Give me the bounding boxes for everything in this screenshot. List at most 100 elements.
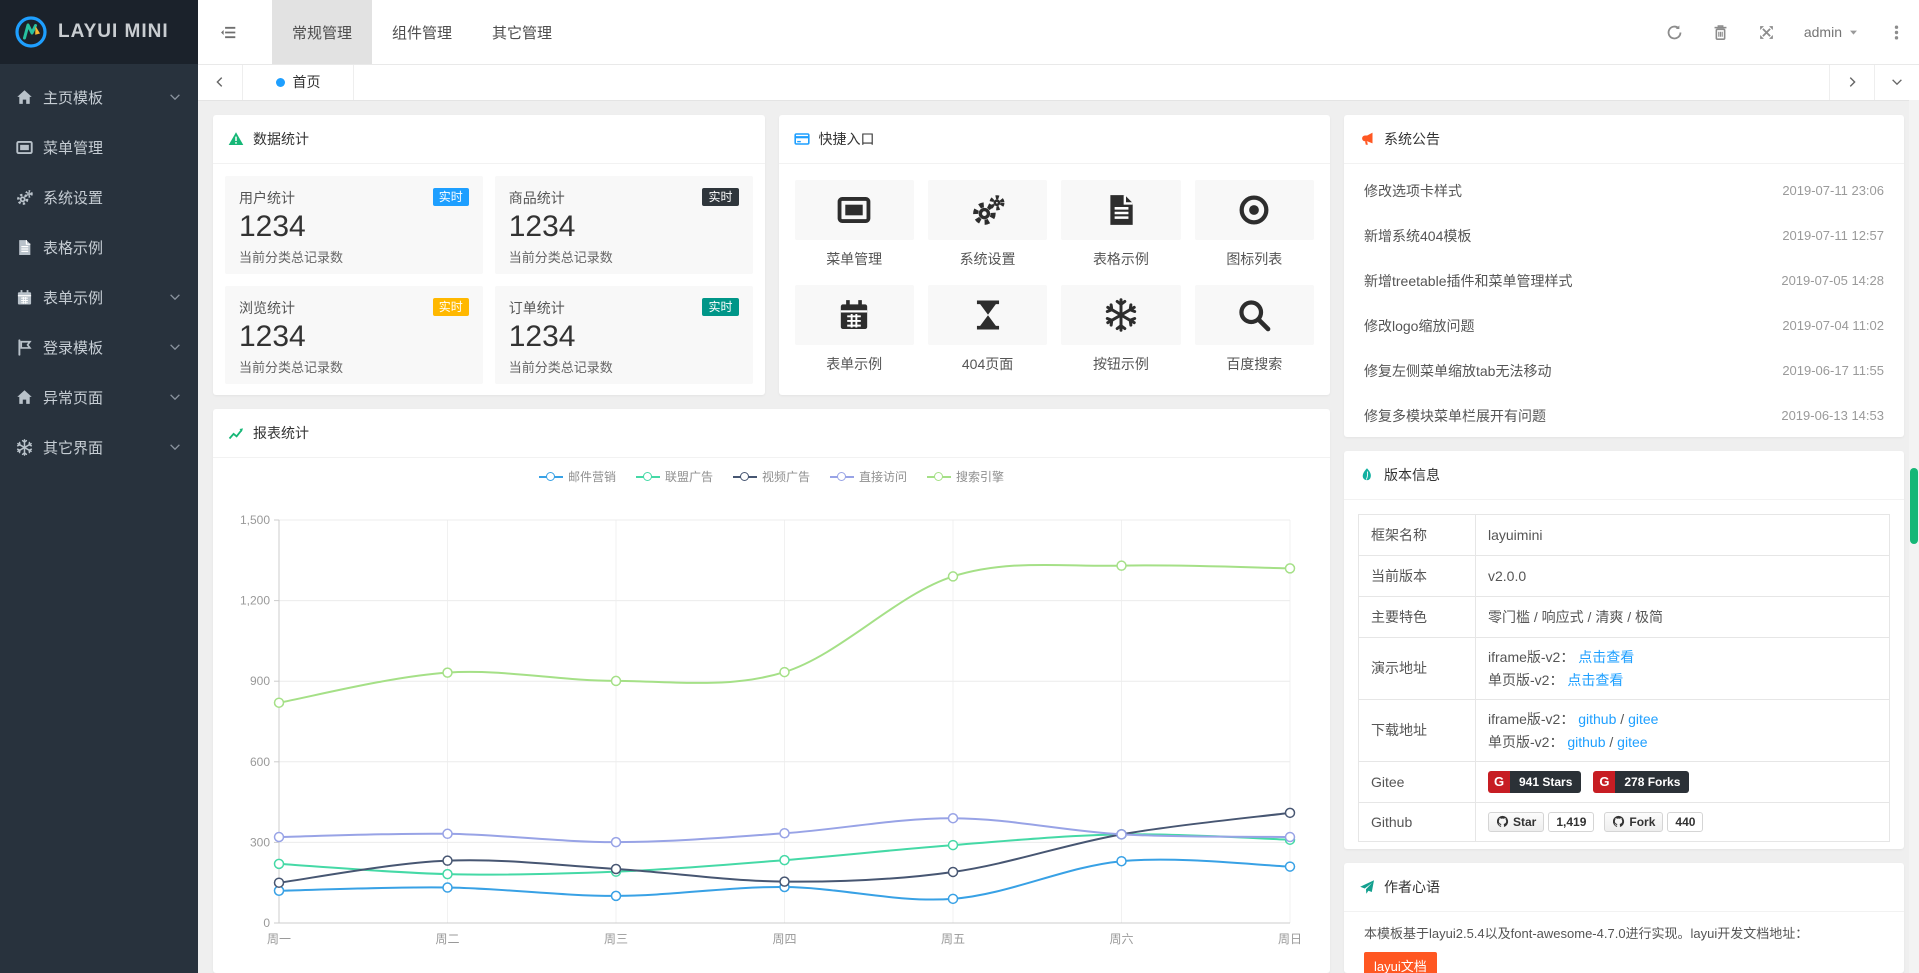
app-window: LAYUI MINI 主页模板菜单管理系统设置表格示例表单示例登录模板异常页面其… (0, 0, 1919, 973)
announcement-row[interactable]: 修复多模块菜单栏展开有问题2019-06-13 14:53 (1364, 393, 1884, 437)
version-value: v2.0.0 (1488, 568, 1877, 584)
panel-version-info: 版本信息 框架名称layuimini当前版本v2.0.0主要特色零门槛 / 响应… (1344, 451, 1904, 849)
quick-entry-item[interactable]: 百度搜索 (1195, 285, 1314, 374)
announcement-row[interactable]: 新增系统404模板2019-07-11 12:57 (1364, 213, 1884, 258)
panel-data-stats: 数据统计 用户统计实时1234当前分类总记录数商品统计实时1234当前分类总记录… (213, 115, 765, 395)
header-nav-tab[interactable]: 组件管理 (372, 0, 472, 64)
version-table-row: 主要特色零门槛 / 响应式 / 清爽 / 极简 (1359, 597, 1889, 638)
tabs-scroll-left-button[interactable] (198, 64, 243, 100)
chevron-down-icon (168, 340, 182, 354)
quick-entry-label: 百度搜索 (1195, 354, 1314, 374)
version-label: 框架名称 (1359, 515, 1476, 555)
link-github[interactable]: github (1567, 734, 1605, 750)
legend-item[interactable]: 搜索引擎 (927, 468, 1004, 485)
github-star-button[interactable]: Star1,419 (1488, 812, 1594, 832)
panel-report-header: 报表统计 (213, 409, 1330, 458)
sidebar-item[interactable]: 表格示例 (0, 222, 198, 272)
svg-text:1,500: 1,500 (240, 513, 270, 527)
github-count: 440 (1667, 812, 1703, 832)
announcement-text: 修改logo缩放问题 (1364, 316, 1474, 336)
legend-marker (539, 476, 563, 478)
username: admin (1804, 24, 1842, 40)
link-点击查看[interactable]: 点击查看 (1567, 672, 1623, 688)
user-menu[interactable]: admin (1790, 0, 1873, 64)
quick-entry-item[interactable]: 按钮示例 (1061, 285, 1180, 374)
quick-entry-item[interactable]: 404页面 (928, 285, 1047, 374)
version-label: Github (1359, 803, 1476, 841)
quick-entry-label: 表格示例 (1061, 249, 1180, 269)
legend-marker (733, 476, 757, 478)
fullscreen-button[interactable] (1744, 0, 1790, 64)
sidebar-item[interactable]: 表单示例 (0, 272, 198, 322)
tab-home[interactable]: 首页 (243, 64, 354, 100)
legend-item[interactable]: 直接访问 (830, 468, 907, 485)
panel-announcements: 系统公告 修改选项卡样式2019-07-11 23:06新增系统404模板201… (1344, 115, 1904, 437)
announcement-row[interactable]: 新增treetable插件和菜单管理样式2019-07-05 14:28 (1364, 258, 1884, 303)
page-scrollbar[interactable] (1909, 100, 1919, 973)
refresh-button[interactable] (1652, 0, 1698, 64)
link-gitee[interactable]: gitee (1628, 711, 1658, 727)
megaphone-icon (1359, 131, 1375, 147)
active-tab-dot (276, 78, 285, 87)
version-table-row: Github Star1,419 Fork440 (1359, 803, 1889, 841)
author-body: 本模板基于layui2.5.4以及font-awesome-4.7.0进行实现。… (1344, 912, 1904, 973)
announcement-row[interactable]: 修改logo缩放问题2019-07-04 11:02 (1364, 303, 1884, 348)
sidebar-item[interactable]: 系统设置 (0, 172, 198, 222)
tab-home-label: 首页 (293, 72, 321, 92)
quick-entry-item[interactable]: 表格示例 (1061, 180, 1180, 269)
announcement-row[interactable]: 修改选项卡样式2019-07-11 23:06 (1364, 168, 1884, 213)
link-github[interactable]: github (1578, 711, 1616, 727)
sidebar-item[interactable]: 其它界面 (0, 422, 198, 472)
stat-title: 浏览统计 (239, 298, 295, 318)
header-nav-tab[interactable]: 常规管理 (272, 0, 372, 64)
legend-label: 搜索引擎 (956, 468, 1004, 485)
chevron-down-icon (168, 290, 182, 304)
link-gitee[interactable]: gitee (1617, 734, 1647, 750)
stat-title: 订单统计 (509, 298, 565, 318)
icon-hourglass (971, 298, 1005, 332)
announcement-text: 新增treetable插件和菜单管理样式 (1364, 271, 1572, 291)
scrollbar-thumb[interactable] (1910, 468, 1918, 544)
sidebar-item[interactable]: 主页模板 (0, 72, 198, 122)
gitee-badge[interactable]: G941 Stars (1488, 771, 1581, 793)
sidebar-item[interactable]: 异常页面 (0, 372, 198, 422)
top-header: 常规管理组件管理其它管理 admin (198, 0, 1919, 65)
brand-logo[interactable]: LAYUI MINI (0, 0, 198, 64)
layui-doc-button[interactable]: layui文档 (1364, 952, 1437, 973)
svg-text:周四: 周四 (772, 932, 796, 946)
more-menu-button[interactable] (1873, 0, 1919, 64)
svg-text:0: 0 (263, 916, 270, 930)
stat-card: 用户统计实时1234当前分类总记录数 (225, 176, 483, 274)
svg-text:周三: 周三 (604, 932, 628, 946)
announcement-row[interactable]: 修复左侧菜单缩放tab无法移动2019-06-17 11:55 (1364, 348, 1884, 393)
tabs-scroll-right-button[interactable] (1829, 64, 1874, 100)
announcement-text: 修复多模块菜单栏展开有问题 (1364, 406, 1546, 426)
panel-announcements-header: 系统公告 (1344, 115, 1904, 164)
page-tabs-bar: 首页 (198, 64, 1919, 101)
sidebar-item-label: 其它界面 (43, 437, 168, 458)
link-点击查看[interactable]: 点击查看 (1578, 649, 1634, 665)
version-label: 当前版本 (1359, 556, 1476, 596)
panel-title: 快捷入口 (819, 129, 875, 149)
header-nav-tab[interactable]: 其它管理 (472, 0, 572, 64)
legend-item[interactable]: 联盟广告 (636, 468, 713, 485)
sidebar-item[interactable]: 登录模板 (0, 322, 198, 372)
legend-item[interactable]: 视频广告 (733, 468, 810, 485)
legend-item[interactable]: 邮件营销 (539, 468, 616, 485)
collapse-sidebar-button[interactable] (198, 0, 258, 64)
sidebar-item[interactable]: 菜单管理 (0, 122, 198, 172)
quick-entry-item[interactable]: 菜单管理 (795, 180, 914, 269)
chevron-down-icon (168, 390, 182, 404)
quick-entry-item[interactable]: 图标列表 (1195, 180, 1314, 269)
quick-entry-item[interactable]: 系统设置 (928, 180, 1047, 269)
quick-entry-label: 按钮示例 (1061, 354, 1180, 374)
quick-entry-item[interactable]: 表单示例 (795, 285, 914, 374)
github-fork-button[interactable]: Fork440 (1604, 812, 1703, 832)
announcement-text: 修改选项卡样式 (1364, 181, 1462, 201)
tabs-dropdown-button[interactable] (1874, 64, 1919, 100)
report-line-chart: 周一周二周三周四周五周六周日03006009001,2001,500 (213, 487, 1330, 967)
version-link-line: iframe版-v2： github / gitee (1488, 709, 1877, 729)
panel-report-stats: 报表统计 邮件营销联盟广告视频广告直接访问搜索引擎 周一周二周三周四周五周六周日… (213, 409, 1330, 973)
gitee-badge[interactable]: G278 Forks (1593, 771, 1689, 793)
clear-cache-button[interactable] (1698, 0, 1744, 64)
